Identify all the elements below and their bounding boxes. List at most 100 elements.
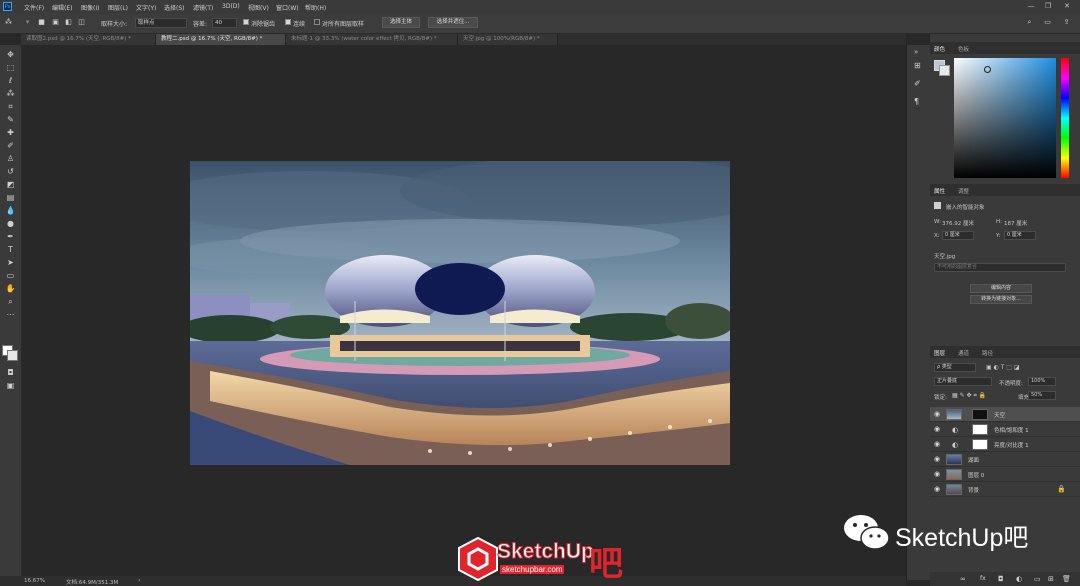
tab-document-2[interactable]: 教程二.psd @ 16.7% (天空, RGB/8#) * — [156, 34, 286, 45]
y-input[interactable]: 0 厘米 — [1004, 231, 1036, 240]
tab-paths[interactable]: 路径 — [982, 349, 993, 357]
layer-mask-thumbnail[interactable] — [972, 424, 988, 435]
layer-row-layer0[interactable]: ◉ 图层 0 — [930, 467, 1080, 482]
menu-file[interactable]: 文件(F) — [24, 3, 44, 12]
document-canvas[interactable] — [190, 161, 730, 465]
layer-row-background[interactable]: ◉ 背景 🔒 — [930, 482, 1080, 497]
select-and-mask-button[interactable]: 选择并遮住... — [428, 17, 478, 28]
blend-mode-select[interactable]: 正片叠底 — [934, 377, 992, 386]
minimize-button[interactable]: — — [1026, 2, 1036, 11]
layer-filter-select[interactable]: ρ 类型 — [934, 363, 976, 372]
path-select-icon[interactable]: ➤ — [4, 257, 17, 268]
intersect-selection-icon[interactable]: ◫ — [77, 18, 86, 27]
chevron-down-icon[interactable]: ▾ — [23, 18, 32, 27]
type-tool-icon[interactable]: T — [4, 244, 17, 255]
tab-properties[interactable]: 属性 — [934, 187, 945, 195]
new-layer-icon[interactable]: ⊞ — [1048, 575, 1054, 583]
gradient-tool-icon[interactable]: ▤ — [4, 192, 17, 203]
tab-color[interactable]: 颜色 — [934, 45, 945, 53]
menu-image[interactable]: 图像(I) — [81, 3, 99, 12]
paragraph-icon[interactable]: ¶ — [914, 97, 919, 106]
magic-wand-icon[interactable]: ⁂ — [4, 18, 13, 27]
select-subject-button[interactable]: 选择主体 — [382, 17, 420, 28]
tab-document-3[interactable]: 未标题-1 @ 33.3% (water color effect 拷贝, RG… — [286, 34, 458, 45]
background-color-swatch[interactable] — [7, 350, 18, 361]
add-mask-icon[interactable]: ◘ — [998, 575, 1004, 583]
menu-view[interactable]: 视图(V) — [248, 3, 269, 12]
eye-icon[interactable]: ◉ — [934, 426, 941, 433]
workspace-icon[interactable]: ▭ — [1043, 18, 1052, 27]
layer-row-lake[interactable]: ◉ 湖面 — [930, 452, 1080, 467]
marquee-tool-icon[interactable]: ⬚ — [4, 62, 17, 73]
screen-mode-icon[interactable]: ▣ — [4, 380, 17, 391]
rectangle-tool-icon[interactable]: ▭ — [4, 270, 17, 281]
brush-settings-icon[interactable]: ✐ — [914, 79, 921, 88]
history-brush-icon[interactable]: ↺ — [4, 166, 17, 177]
layer-row-hue-saturation[interactable]: ◉ ◐ 色相/饱和度 1 — [930, 422, 1080, 437]
history-icon[interactable]: ⊞ — [914, 61, 921, 70]
menu-3d[interactable]: 3D(D) — [222, 3, 240, 10]
move-tool-icon[interactable]: ✥ — [4, 49, 17, 60]
zoom-tool-icon[interactable]: ⌕ — [4, 296, 17, 307]
menu-filter[interactable]: 滤镜(T) — [193, 3, 213, 12]
tab-swatches[interactable]: 色板 — [958, 45, 969, 53]
collapse-icon[interactable]: » — [914, 48, 918, 56]
menu-help[interactable]: 帮助(H) — [305, 3, 326, 12]
close-button[interactable]: ✕ — [1062, 2, 1072, 11]
edit-contents-button[interactable]: 编辑内容 — [970, 284, 1032, 293]
layer-row-brightness-contrast[interactable]: ◉ ◐ 亮度/对比度 1 — [930, 437, 1080, 452]
tolerance-input[interactable]: 40 — [212, 18, 237, 28]
menu-layer[interactable]: 图层(L) — [108, 3, 128, 12]
color-picker-cursor[interactable] — [984, 66, 991, 73]
tab-layers[interactable]: 图层 — [934, 349, 945, 357]
tab-channels[interactable]: 通道 — [958, 349, 969, 357]
pen-tool-icon[interactable]: ✒ — [4, 231, 17, 242]
quick-mask-icon[interactable]: ◘ — [4, 367, 17, 378]
opacity-input[interactable]: 100% — [1028, 377, 1056, 386]
width-value[interactable]: 376.92 厘米 — [942, 219, 974, 227]
tab-document-1[interactable]: 读取图2.psd @ 16.7% (天空, RGB/8#) * — [21, 34, 156, 45]
fx-icon[interactable]: fx — [980, 575, 986, 582]
search-icon[interactable]: ⌕ — [1025, 18, 1034, 27]
sample-size-select[interactable]: 取样点 — [135, 18, 187, 28]
eye-icon[interactable]: ◉ — [934, 456, 941, 463]
eye-icon[interactable]: ◉ — [934, 441, 941, 448]
share-icon[interactable]: ⇪ — [1062, 18, 1071, 27]
contiguous-checkbox[interactable] — [285, 19, 291, 25]
new-selection-icon[interactable]: ■ — [37, 18, 46, 27]
menu-type[interactable]: 文字(Y) — [136, 3, 156, 12]
subtract-selection-icon[interactable]: ◧ — [64, 18, 73, 27]
antialias-checkbox[interactable] — [243, 19, 249, 25]
eye-icon[interactable]: ◉ — [934, 471, 941, 478]
layer-row-sky[interactable]: ◉ 天空 — [930, 407, 1080, 422]
tab-adjustments[interactable]: 调整 — [958, 187, 969, 195]
color-picker-field[interactable] — [954, 58, 1056, 178]
blur-tool-icon[interactable]: 💧 — [4, 205, 17, 216]
more-tools-icon[interactable]: ⋯ — [4, 309, 17, 320]
lock-icons[interactable]: ▦ ✎ ✥ ⌗ 🔒 — [952, 392, 986, 400]
adjustment-layer-icon[interactable]: ◐ — [1016, 575, 1022, 583]
crop-tool-icon[interactable]: ⌗ — [4, 101, 17, 112]
menu-select[interactable]: 选择(S) — [164, 3, 185, 12]
layer-mask-thumbnail[interactable] — [972, 439, 988, 450]
eye-icon[interactable]: ◉ — [934, 411, 941, 418]
eye-icon[interactable]: ◉ — [934, 486, 941, 493]
add-selection-icon[interactable]: ▣ — [51, 18, 60, 27]
x-input[interactable]: 0 厘米 — [942, 231, 974, 240]
trash-icon[interactable]: 🗑 — [1062, 575, 1071, 583]
layer-mask-thumbnail[interactable] — [972, 409, 988, 420]
zoom-level[interactable]: 16.67% — [24, 578, 45, 584]
stamp-tool-icon[interactable]: ♙ — [4, 153, 17, 164]
restore-button[interactable]: ❐ — [1043, 2, 1053, 11]
healing-tool-icon[interactable]: ✚ — [4, 127, 17, 138]
eraser-tool-icon[interactable]: ◩ — [4, 179, 17, 190]
tab-document-4[interactable]: 天空.jpg @ 100%(RGB/8#) * — [458, 34, 558, 45]
brush-tool-icon[interactable]: ✐ — [4, 140, 17, 151]
fill-input[interactable]: 50% — [1028, 391, 1056, 400]
link-layers-icon[interactable]: ∞ — [960, 575, 966, 583]
group-icon[interactable]: ▭ — [1034, 575, 1041, 583]
convert-to-linked-button[interactable]: 转换为链接对象... — [970, 295, 1032, 304]
eyedropper-tool-icon[interactable]: ✎ — [4, 114, 17, 125]
layer-comp-select[interactable]: 不可用的图层复合 — [934, 263, 1066, 272]
height-value[interactable]: 187 厘米 — [1004, 219, 1027, 227]
